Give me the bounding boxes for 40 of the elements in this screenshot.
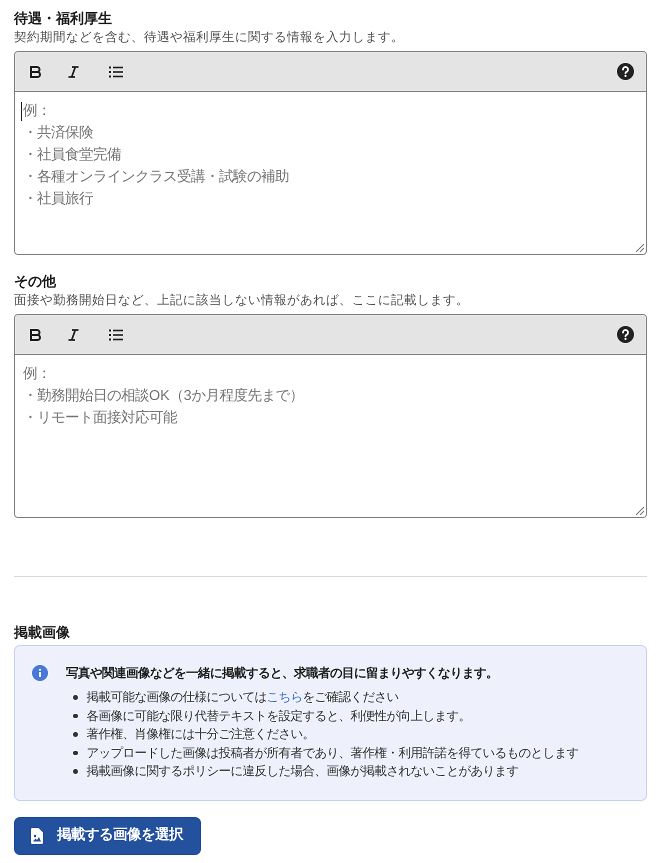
info-icon <box>32 665 48 681</box>
italic-icon[interactable] <box>68 66 79 78</box>
bullet-icon <box>73 695 78 700</box>
specs-link[interactable]: こちら <box>266 690 302 704</box>
section-title: 待遇・福利厚生 <box>14 9 113 28</box>
bullet-icon <box>73 732 78 736</box>
list-icon[interactable] <box>109 66 123 78</box>
rich-text-editor[interactable]: 例： ・共済保険 ・社員食堂完備 ・各種オンラインクラス受講・試験の補助 ・社員旅行 <box>14 51 647 255</box>
rich-text-editor[interactable]: 例： ・勤務開始日の相談OK（3か月程度先まで） ・リモート面接対応可能 <box>14 314 647 518</box>
bullet-icon <box>73 769 78 774</box>
resize-handle-icon[interactable] <box>636 244 644 252</box>
section-description: 面接や勤務開始日など、上記に該当しない情報があれば、ここに記載します。 <box>14 292 470 309</box>
placeholder-text: ・社員旅行 <box>23 190 93 209</box>
section-description: 契約期間などを含む、待遇や福利厚生に関する情報を入力します。 <box>14 29 405 46</box>
placeholder-text: ・各種オンラインクラス受講・試験の補助 <box>23 168 289 187</box>
bold-icon[interactable] <box>30 66 41 78</box>
resize-handle-icon[interactable] <box>636 507 644 515</box>
placeholder-text: ・リモート面接対応可能 <box>23 408 177 428</box>
notice-item: 各画像に可能な限り代替テキストを設定すると、利便性が向上します。 <box>86 708 470 724</box>
placeholder-text: ・勤務開始日の相談OK（3か月程度先まで） <box>23 386 304 406</box>
placeholder-text: 例： <box>23 102 51 121</box>
help-icon[interactable] <box>617 63 634 80</box>
section-title: その他 <box>14 272 58 291</box>
bullet-icon <box>73 714 78 718</box>
bullet-icon <box>73 750 78 755</box>
select-image-button[interactable]: 掲載する画像を選択 <box>14 816 201 854</box>
list-icon[interactable] <box>109 328 123 340</box>
placeholder-text: ・社員食堂完備 <box>23 146 121 165</box>
notice-heading: 写真や関連画像などを一緒に掲載すると、求職者の目に留まりやすくなります。 <box>66 665 499 682</box>
italic-icon[interactable] <box>68 328 79 340</box>
notice-item: 著作権、肖像権には十分ご注意ください。 <box>86 726 314 743</box>
help-icon[interactable] <box>617 326 634 343</box>
image-file-icon <box>31 828 43 844</box>
placeholder-text: ・共済保険 <box>23 124 93 143</box>
placeholder-text: 例： <box>23 365 51 384</box>
notice-item: アップロードした画像は投稿者が所有者であり、著作権・利用許諾を得ているものとします <box>86 744 578 762</box>
notice-item: 掲載可能な画像の仕様についてはこちら をご確認ください <box>86 689 398 706</box>
section-title: 掲載画像 <box>14 623 71 642</box>
notice-item: 掲載画像に関するポリシーに違反した場合、画像が掲載されないことがあります <box>86 763 518 780</box>
bold-icon[interactable] <box>30 328 41 340</box>
